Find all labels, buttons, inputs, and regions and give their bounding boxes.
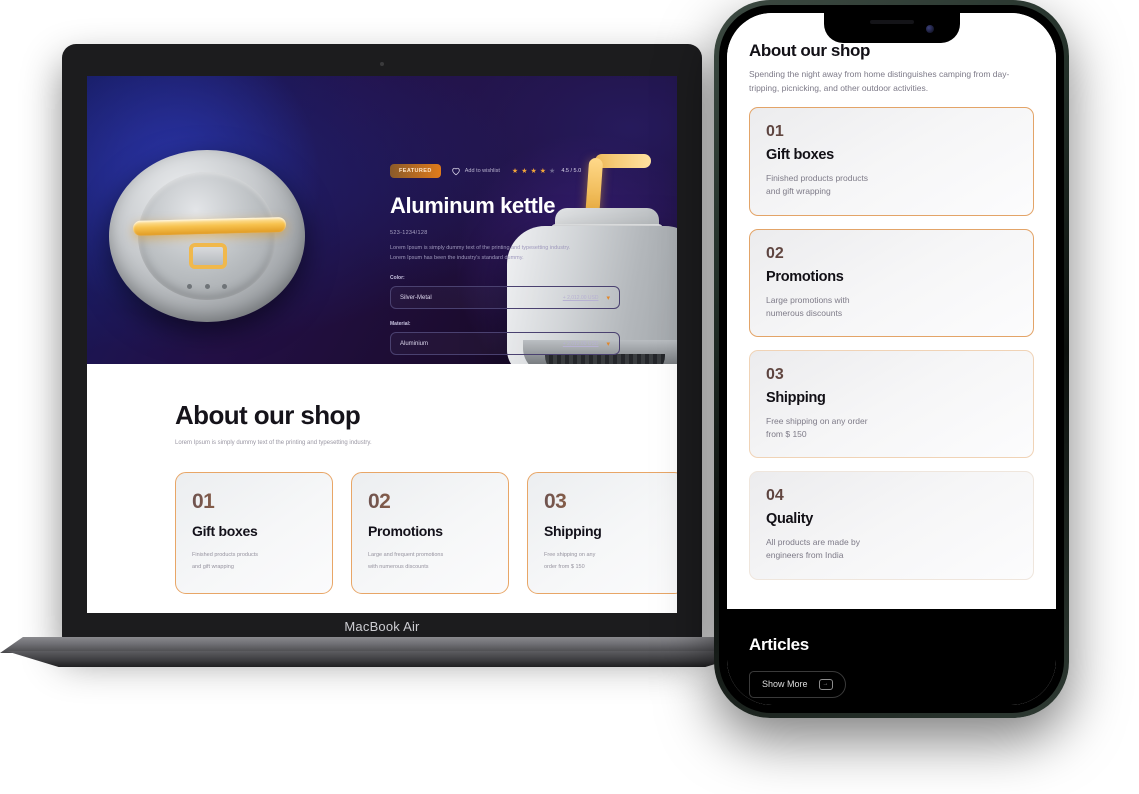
phone-card-number: 01	[766, 123, 1017, 141]
feature-card-text-line-1: Free shipping on any	[544, 552, 596, 558]
material-price-modifier: + 2,012.00 USD	[562, 340, 599, 347]
lid-vent-dots	[187, 284, 227, 290]
feature-cards-row: 01 Gift boxes Finished products products…	[175, 472, 677, 594]
phone-card-text-line-1: Large promotions with	[766, 294, 850, 305]
iphone-mockup: About our shop Spending the night away f…	[714, 0, 1069, 718]
material-field-label: Material:	[390, 321, 411, 328]
macbook-model-label: MacBook Air	[344, 619, 420, 634]
wishlist-label: Add to wishlist	[464, 168, 500, 174]
show-more-button[interactable]: Show More →	[749, 670, 846, 698]
feature-card-text-line-1: Finished products products	[192, 552, 259, 558]
laptop-lid: Featured Add to wishlist ★ ★ ★	[62, 44, 702, 642]
phone-card-text-line-2: and gift wrapping	[766, 186, 831, 197]
feature-card[interactable]: 02 Promotions Large and frequent promoti…	[351, 472, 509, 594]
laptop-screen: Featured Add to wishlist ★ ★ ★	[87, 76, 677, 613]
color-selected-value: Silver-Metal	[400, 294, 432, 301]
phone-card-title: Promotions	[766, 268, 844, 285]
kettle-lid-image	[109, 150, 305, 322]
phone-card-number: 04	[766, 487, 1017, 505]
star-icon: ★	[511, 167, 519, 175]
feature-card-number: 03	[544, 490, 668, 514]
heart-icon	[452, 167, 460, 176]
phone-articles-section: Articles Show More →	[727, 608, 1056, 705]
feature-card[interactable]: 01 Gift boxes Finished products products…	[175, 472, 333, 594]
articles-heading: Articles	[749, 634, 809, 654]
rating-value: 4.5 / 5.0	[561, 168, 582, 174]
phone-notch	[823, 13, 960, 43]
phone-speaker	[869, 20, 914, 24]
product-sku: 523-1234/128	[390, 230, 428, 237]
star-icon-empty: ★	[549, 167, 556, 175]
material-select[interactable]: Aluminium + 2,012.00 USD ▾	[390, 332, 620, 356]
laptop-base	[0, 637, 764, 673]
phone-card-text-line-1: Finished products products	[766, 173, 869, 184]
feature-card-number: 01	[192, 490, 316, 514]
product-description-line-2: Lorem Ipsum has been the industry's stan…	[390, 254, 524, 261]
feature-card-title: Promotions	[368, 523, 443, 539]
arrow-right-box-icon: →	[818, 678, 833, 690]
phone-screen: About our shop Spending the night away f…	[727, 13, 1056, 705]
phone-about-subtitle: Spending the night away from home distin…	[749, 69, 1010, 93]
phone-card-title: Quality	[766, 511, 814, 528]
featured-badge: Featured	[390, 164, 441, 178]
lid-inner-disc	[138, 172, 276, 300]
color-field-label: Color:	[390, 275, 405, 282]
phone-card-number: 03	[766, 366, 1017, 384]
feature-card-title: Shipping	[544, 523, 602, 539]
phone-bezel: About our shop Spending the night away f…	[719, 5, 1064, 713]
product-info-panel: Featured Add to wishlist ★ ★ ★	[390, 164, 620, 364]
about-heading: About our shop	[175, 400, 361, 430]
feature-card-text-line-2: order from $ 150	[544, 563, 585, 570]
star-icon: ★	[521, 167, 528, 175]
lid-knob	[189, 242, 228, 269]
phone-feature-cards: 01 Gift boxes Finished products products…	[727, 95, 1056, 609]
feature-card-text-line-1: Large and frequent promotions	[368, 552, 444, 558]
feature-card-number: 02	[368, 490, 492, 514]
product-meta-row: Featured Add to wishlist ★ ★ ★	[390, 164, 620, 178]
phone-front-camera-icon	[925, 25, 934, 33]
add-to-wishlist-button[interactable]: Add to wishlist	[451, 166, 500, 176]
phone-card-title: Gift boxes	[766, 147, 834, 164]
macbook-air-mockup: Featured Add to wishlist ★ ★ ★	[0, 44, 764, 667]
phone-about-heading: About our shop	[749, 41, 870, 60]
phone-card-text-line-2: numerous discounts	[766, 307, 843, 318]
product-description-line-1: Lorem Ipsum is simply dummy text of the …	[390, 245, 571, 252]
star-icon: ★	[539, 167, 547, 175]
feature-card-title: Gift boxes	[192, 523, 258, 539]
phone-feature-card[interactable]: 01 Gift boxes Finished products products…	[749, 107, 1034, 216]
phone-feature-card[interactable]: 02 Promotions Large promotions with nume…	[749, 228, 1034, 337]
phone-feature-card[interactable]: 03 Shipping Free shipping on any order f…	[749, 349, 1034, 459]
chevron-down-icon: ▾	[606, 294, 610, 302]
rating-stars: ★ ★ ★ ★ ★ 4.5 / 5.0	[512, 168, 581, 175]
phone-frame: About our shop Spending the night away f…	[714, 0, 1069, 718]
phone-card-text-line-1: All products are made by	[766, 537, 861, 548]
laptop-camera-icon	[380, 62, 384, 66]
product-hero-section: Featured Add to wishlist ★ ★ ★	[87, 76, 677, 364]
feature-card[interactable]: 03 Shipping Free shipping on any order f…	[527, 472, 677, 594]
laptop-base-bottom	[6, 651, 758, 667]
phone-card-number: 02	[766, 245, 1017, 263]
screenshot-canvas: Featured Add to wishlist ★ ★ ★	[0, 0, 1139, 794]
phone-card-text-line-2: from $ 150	[766, 429, 807, 440]
material-selected-value: Aluminium	[400, 340, 429, 347]
color-select[interactable]: Silver-Metal + 2,012.00 USD ▾	[390, 286, 620, 310]
about-subtitle: Lorem Ipsum is simply dummy text of the …	[175, 440, 372, 446]
about-our-shop-section: About our shop Lorem Ipsum is simply dum…	[87, 364, 677, 594]
feature-card-text-line-2: with numerous discounts	[368, 563, 429, 570]
phone-card-title: Shipping	[766, 389, 826, 406]
star-icon: ★	[530, 167, 537, 175]
phone-card-text-line-1: Free shipping on any order	[766, 415, 868, 426]
chevron-down-icon: ▾	[606, 340, 610, 348]
phone-card-text-line-2: engineers from India	[766, 550, 844, 561]
phone-feature-card[interactable]: 04 Quality All products are made by engi…	[749, 471, 1034, 580]
feature-card-text-line-2: and gift wrapping	[192, 563, 234, 570]
color-price-modifier: + 2,012.00 USD	[562, 294, 599, 301]
show-more-label: Show More	[762, 679, 808, 690]
product-title: Aluminum kettle	[390, 193, 556, 218]
